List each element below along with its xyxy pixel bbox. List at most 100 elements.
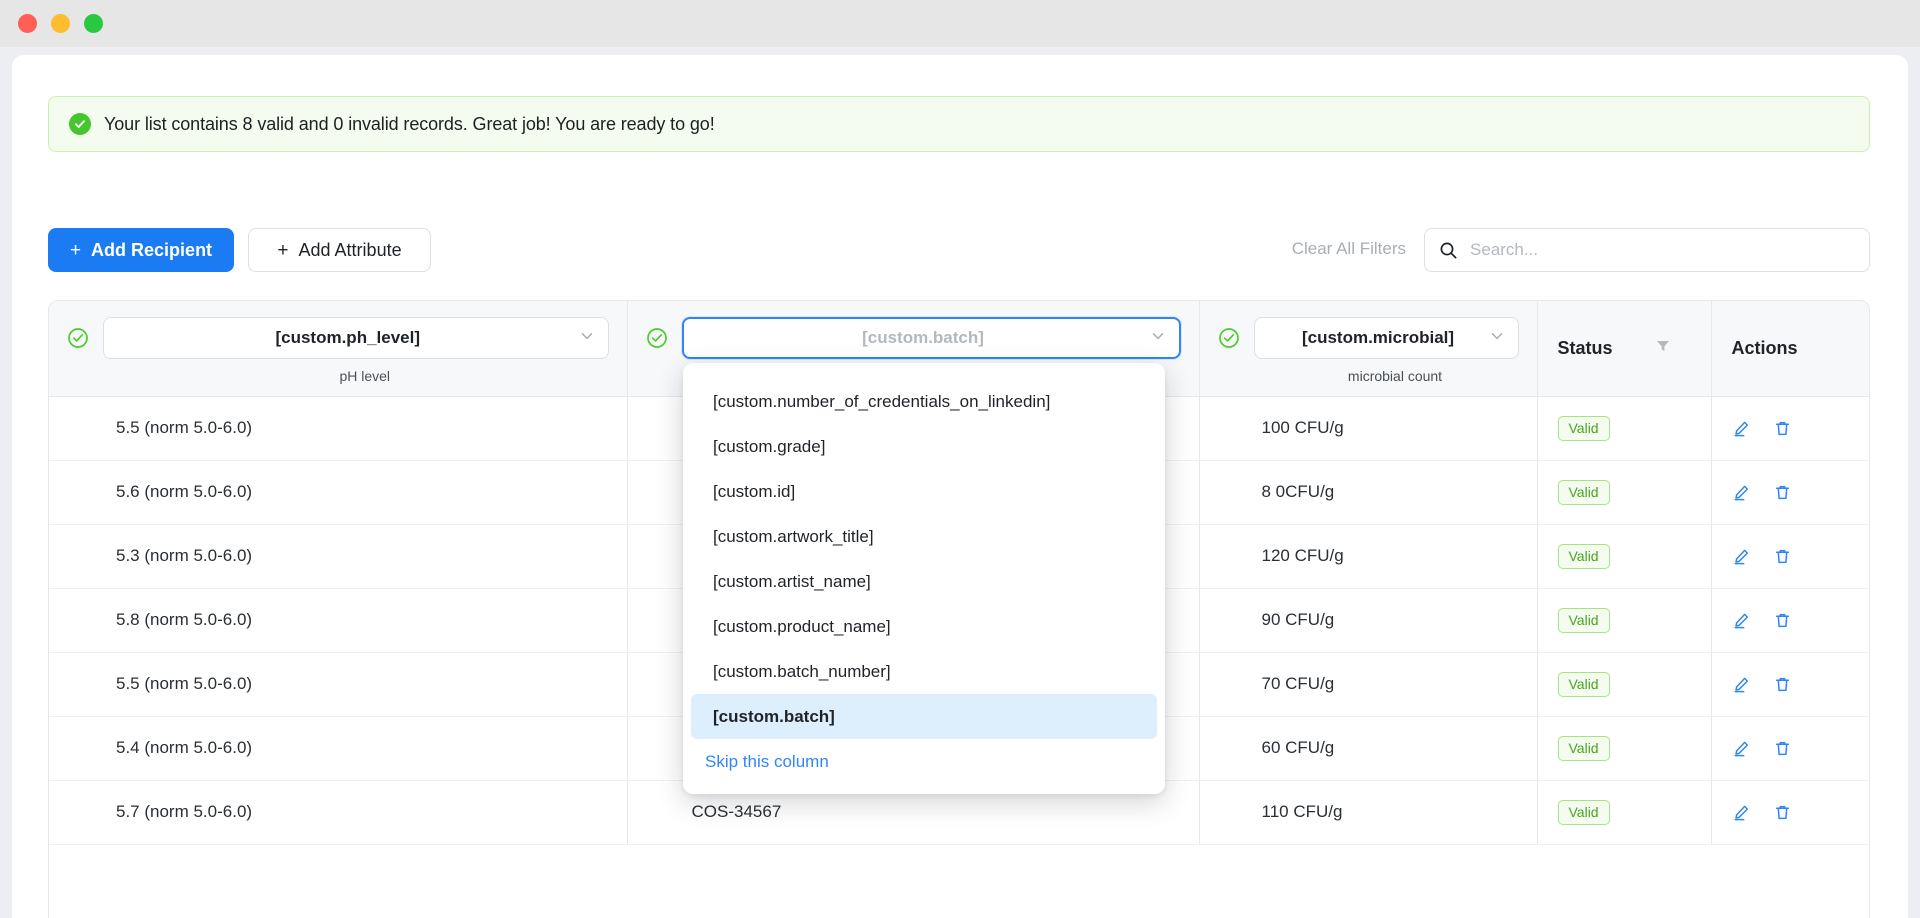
window-titlebar <box>0 0 1920 47</box>
trash-icon[interactable] <box>1773 675 1792 694</box>
status-badge: Valid <box>1557 799 1610 825</box>
cell-status: Valid <box>1537 524 1712 589</box>
dropdown-option-selected[interactable]: [custom.batch] <box>691 694 1157 739</box>
dropdown-option[interactable]: [custom.product_name] <box>691 604 1157 649</box>
trash-icon[interactable] <box>1773 611 1792 630</box>
search-icon <box>1439 241 1458 260</box>
cell-microbial: 70 CFU/g <box>1199 652 1538 717</box>
plus-icon: + <box>277 239 289 261</box>
dropdown-option[interactable]: [custom.batch_number] <box>691 649 1157 694</box>
page-canvas: Your list contains 8 valid and 0 invalid… <box>12 55 1908 918</box>
cell-actions <box>1711 460 1869 525</box>
check-circle-outline-icon <box>646 327 668 349</box>
cell-microbial: 100 CFU/g <box>1199 396 1538 461</box>
cell-status: Valid <box>1537 396 1712 461</box>
column-header-microbial: [custom.microbial] microbial count <box>1199 301 1538 397</box>
cell-microbial: 90 CFU/g <box>1199 588 1538 653</box>
status-header-label: Status <box>1557 337 1613 358</box>
cell-actions <box>1711 588 1869 653</box>
actions-header-label: Actions <box>1731 337 1798 358</box>
plus-icon: + <box>69 239 82 261</box>
column-mapping-value: [custom.microbial] <box>1301 328 1455 347</box>
status-badge: Valid <box>1557 543 1610 569</box>
validation-banner: Your list contains 8 valid and 0 invalid… <box>48 96 1870 152</box>
column-mapping-select-batch[interactable]: [custom.batch] <box>681 317 1181 359</box>
table-toolbar: + Add Recipient + Add Attribute Clear Al… <box>48 228 1870 272</box>
clear-all-filters-button[interactable]: Clear All Filters <box>1292 239 1406 259</box>
zoom-window-button[interactable] <box>84 14 103 33</box>
check-circle-icon <box>69 113 91 135</box>
pencil-icon[interactable] <box>1732 739 1751 758</box>
pencil-icon[interactable] <box>1732 547 1751 566</box>
app-root: Your list contains 8 valid and 0 invalid… <box>0 0 1920 918</box>
trash-icon[interactable] <box>1773 803 1792 822</box>
cell-status: Valid <box>1537 588 1712 653</box>
search-input[interactable] <box>1470 240 1855 260</box>
check-circle-outline-icon <box>67 327 89 349</box>
chevron-down-icon <box>1149 327 1167 350</box>
add-attribute-label: Add Attribute <box>298 239 402 260</box>
cell-ph-level: 5.4 (norm 5.0-6.0) <box>49 716 628 781</box>
cell-status: Valid <box>1537 652 1712 717</box>
filter-funnel-icon[interactable] <box>1655 338 1671 359</box>
skip-this-column-link[interactable]: Skip this column <box>683 739 1165 784</box>
dropdown-option[interactable]: [custom.artist_name] <box>691 559 1157 604</box>
pencil-icon[interactable] <box>1732 803 1751 822</box>
dropdown-option[interactable]: [custom.grade] <box>691 424 1157 469</box>
cell-microbial: 8 0CFU/g <box>1199 460 1538 525</box>
chevron-down-icon <box>1488 327 1506 350</box>
cell-ph-level: 5.3 (norm 5.0-6.0) <box>49 524 628 589</box>
column-header-ph-level: [custom.ph_level] pH level <box>49 301 628 397</box>
chevron-down-icon <box>578 327 596 350</box>
column-mapping-value: [custom.batch] <box>862 328 984 347</box>
cell-actions <box>1711 652 1869 717</box>
close-window-button[interactable] <box>18 14 37 33</box>
cell-status: Valid <box>1537 460 1712 525</box>
cell-actions <box>1711 524 1869 589</box>
trash-icon[interactable] <box>1773 739 1792 758</box>
cell-ph-level: 5.5 (norm 5.0-6.0) <box>49 652 628 717</box>
cell-ph-level: 5.6 (norm 5.0-6.0) <box>49 460 628 525</box>
search-box[interactable] <box>1424 228 1870 272</box>
cell-microbial: 110 CFU/g <box>1199 780 1538 845</box>
column-mapping-value: [custom.ph_level] <box>275 328 421 347</box>
pencil-icon[interactable] <box>1732 483 1751 502</box>
column-header-status: Status <box>1537 301 1712 397</box>
add-recipient-button[interactable]: + Add Recipient <box>48 228 234 272</box>
cell-microbial: 60 CFU/g <box>1199 716 1538 781</box>
column-mapping-dropdown: [custom.number_of_credentials_on_linkedi… <box>683 363 1165 794</box>
status-badge: Valid <box>1557 479 1610 505</box>
dropdown-option[interactable]: [custom.artwork_title] <box>691 514 1157 559</box>
cell-microbial: 120 CFU/g <box>1199 524 1538 589</box>
add-attribute-button[interactable]: + Add Attribute <box>248 228 431 272</box>
cell-ph-level: 5.5 (norm 5.0-6.0) <box>49 396 628 461</box>
dropdown-option[interactable]: [custom.number_of_credentials_on_linkedi… <box>691 379 1157 424</box>
validation-banner-text: Your list contains 8 valid and 0 invalid… <box>104 113 715 134</box>
pencil-icon[interactable] <box>1732 675 1751 694</box>
trash-icon[interactable] <box>1773 547 1792 566</box>
pencil-icon[interactable] <box>1732 611 1751 630</box>
add-recipient-label: Add Recipient <box>91 239 213 260</box>
column-mapping-select-ph-level[interactable]: [custom.ph_level] <box>103 317 609 359</box>
column-mapping-select-microbial[interactable]: [custom.microbial] <box>1253 317 1519 359</box>
status-badge: Valid <box>1557 735 1610 761</box>
cell-actions <box>1711 396 1869 461</box>
cell-status: Valid <box>1537 716 1712 781</box>
cell-actions <box>1711 716 1869 781</box>
cell-ph-level: 5.8 (norm 5.0-6.0) <box>49 588 628 653</box>
minimize-window-button[interactable] <box>51 14 70 33</box>
cell-ph-level: 5.7 (norm 5.0-6.0) <box>49 780 628 845</box>
trash-icon[interactable] <box>1773 483 1792 502</box>
column-source-label: microbial count <box>1347 368 1443 384</box>
cell-actions <box>1711 780 1869 845</box>
status-badge: Valid <box>1557 671 1610 697</box>
window-traffic-lights <box>18 14 103 33</box>
status-badge: Valid <box>1557 607 1610 633</box>
cell-status: Valid <box>1537 780 1712 845</box>
column-header-actions: Actions <box>1711 301 1869 397</box>
status-badge: Valid <box>1557 415 1610 441</box>
trash-icon[interactable] <box>1773 419 1792 438</box>
check-circle-outline-icon <box>1218 327 1240 349</box>
dropdown-option[interactable]: [custom.id] <box>691 469 1157 514</box>
pencil-icon[interactable] <box>1732 419 1751 438</box>
